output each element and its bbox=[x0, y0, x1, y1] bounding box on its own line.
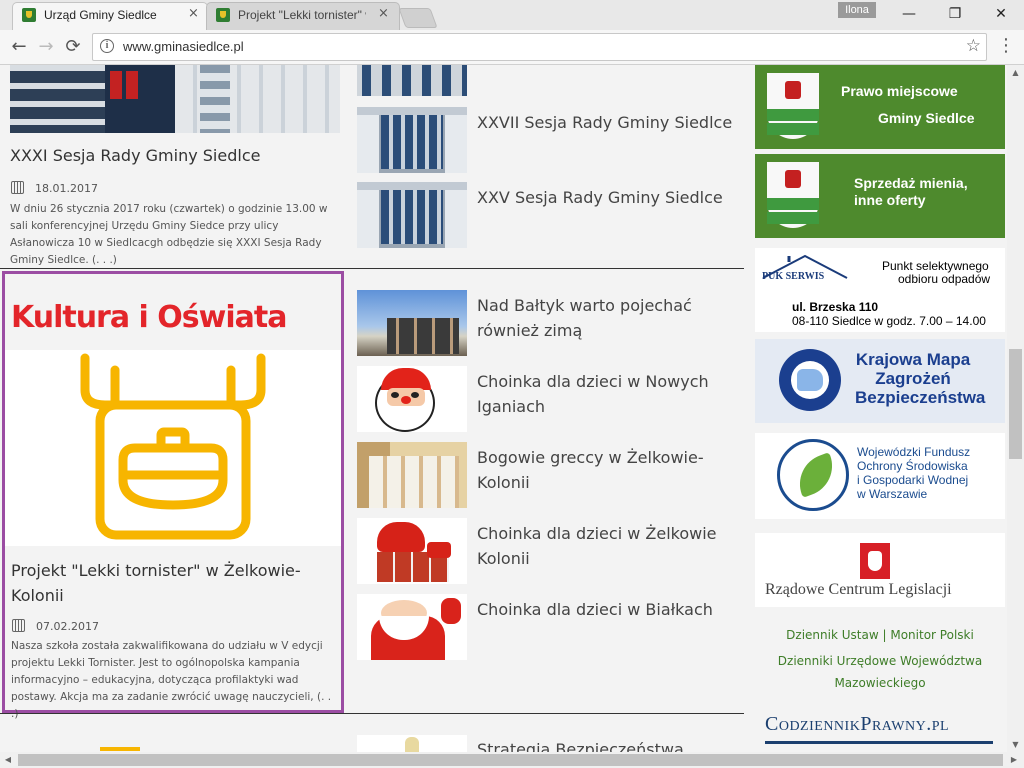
minimize-button[interactable]: — bbox=[886, 0, 932, 28]
tab-lekki-tornister[interactable]: Projekt "Lekki tornister" w × bbox=[206, 2, 400, 30]
featured-news-title[interactable]: XXXI Sesja Rady Gminy Siedlce bbox=[10, 146, 260, 165]
gmina-crest-icon bbox=[767, 73, 819, 139]
browser-menu-icon[interactable]: ⋮ bbox=[996, 36, 1016, 56]
tab-close-icon[interactable]: × bbox=[378, 6, 389, 21]
section-divider bbox=[0, 713, 744, 714]
wfosigw-banner[interactable]: Wojewódzki Fundusz Ochrony Środowiska i … bbox=[755, 433, 1005, 519]
prawo-miejscowe-banner[interactable]: Prawo miejscowe Gminy Siedlce bbox=[755, 65, 1005, 149]
sprzedaz-mienia-banner[interactable]: Sprzedaż mienia, inne oferty bbox=[755, 154, 1005, 238]
banner-underline bbox=[765, 741, 993, 744]
kmzb-logo-icon bbox=[779, 349, 841, 411]
news-title[interactable]: Choinka dla dzieci w Białkach bbox=[477, 597, 713, 622]
scroll-up-arrow-icon[interactable]: ▲ bbox=[1007, 68, 1024, 77]
scroll-right-arrow-icon[interactable]: ▶ bbox=[1008, 755, 1020, 764]
tab-title: Projekt "Lekki tornister" w bbox=[238, 8, 366, 22]
new-tab-button[interactable] bbox=[398, 8, 438, 28]
news-title[interactable]: Bogowie greccy w Żelkowie- Kolonii bbox=[477, 445, 704, 495]
site-info-icon[interactable]: i bbox=[100, 39, 114, 53]
featured-news-date: 18.01.2017 bbox=[35, 182, 98, 195]
puk-serwis-banner[interactable]: PUK SERWIS Punkt selektywnego odbioru od… bbox=[755, 248, 1005, 332]
tab-close-icon[interactable]: × bbox=[188, 6, 199, 21]
news-thumb[interactable] bbox=[357, 182, 467, 248]
vertical-scroll-thumb[interactable] bbox=[1009, 349, 1022, 459]
kultura-featured-title[interactable]: Projekt "Lekki tornister" w Żelkowie- Ko… bbox=[11, 558, 301, 608]
news-thumb[interactable] bbox=[357, 594, 467, 660]
featured-news-excerpt: W dniu 26 stycznia 2017 roku (czwartek) … bbox=[10, 203, 328, 266]
news-title[interactable]: XXV Sesja Rady Gminy Siedlce bbox=[477, 185, 723, 210]
news-thumb[interactable] bbox=[357, 442, 467, 508]
news-title[interactable]: Choinka dla dzieci w Żelkowie Kolonii bbox=[477, 521, 717, 571]
browser-toolbar: ← → ⟳ i www.gminasiedlce.pl ☆ ⋮ bbox=[0, 30, 1024, 65]
scroll-left-arrow-icon[interactable]: ◀ bbox=[2, 755, 14, 764]
gmina-crest-icon bbox=[767, 162, 819, 228]
news-title[interactable]: Choinka dla dzieci w Nowych Iganiach bbox=[477, 369, 709, 419]
link-dziennik-ustaw[interactable]: Dziennik Ustaw bbox=[786, 628, 878, 642]
profile-button[interactable]: Ilona bbox=[838, 2, 876, 18]
news-thumb[interactable] bbox=[357, 735, 467, 752]
kultura-featured-date: 07.02.2017 bbox=[36, 620, 99, 633]
news-thumb[interactable] bbox=[357, 366, 467, 432]
rcl-banner[interactable]: Rządowe Centrum Legislacji bbox=[755, 533, 1005, 607]
back-button[interactable]: ← bbox=[6, 34, 32, 60]
address-bar[interactable]: i www.gminasiedlce.pl ☆ bbox=[92, 33, 987, 61]
news-title[interactable]: Nad Bałtyk warto pojechać również zimą bbox=[477, 293, 692, 343]
news-thumb[interactable] bbox=[357, 518, 467, 584]
page-content: XXXI Sesja Rady Gminy Siedlce 18.01.2017… bbox=[0, 65, 1007, 752]
section-divider bbox=[0, 268, 744, 269]
news-title[interactable]: Strategia Bezpieczeństwa bbox=[477, 737, 684, 752]
maximize-button[interactable]: ❐ bbox=[932, 0, 978, 28]
leaf-logo-icon bbox=[777, 439, 849, 511]
bookmark-star-icon[interactable]: ☆ bbox=[966, 36, 981, 56]
news-title[interactable]: XXVII Sesja Rady Gminy Siedlce bbox=[477, 110, 732, 135]
link-monitor-polski[interactable]: Monitor Polski bbox=[890, 628, 973, 642]
scroll-down-arrow-icon[interactable]: ▼ bbox=[1007, 740, 1024, 749]
backpack-icon bbox=[80, 353, 266, 540]
calendar-icon bbox=[11, 181, 24, 194]
link-dzienniki-urzedowe[interactable]: Dzienniki Urzędowe Województwa Mazowieck… bbox=[755, 650, 1005, 694]
featured-news-image[interactable] bbox=[10, 65, 340, 133]
calendar-icon bbox=[12, 619, 25, 632]
partial-image bbox=[100, 747, 140, 751]
url-text[interactable]: www.gminasiedlce.pl bbox=[123, 39, 244, 54]
backpack-image[interactable] bbox=[5, 350, 341, 546]
dziennik-monitor-links: Dziennik Ustaw | Monitor Polski bbox=[755, 628, 1005, 642]
news-thumb[interactable] bbox=[357, 107, 467, 173]
kultura-featured-excerpt: Nasza szkoła została zakwalifikowana do … bbox=[11, 640, 332, 720]
tab-urzad-gminy[interactable]: Urząd Gminy Siedlce × bbox=[12, 2, 208, 30]
reload-button[interactable]: ⟳ bbox=[60, 34, 86, 60]
section-heading-kultura: Kultura i Oświata bbox=[11, 300, 287, 335]
forward-button[interactable]: → bbox=[33, 34, 59, 60]
krajowa-mapa-banner[interactable]: Krajowa Mapa Zagrożeń Bezpieczeństwa bbox=[755, 339, 1005, 423]
site-favicon-icon bbox=[216, 8, 230, 22]
close-window-button[interactable]: ✕ bbox=[978, 0, 1024, 28]
codziennik-prawny-banner[interactable]: CodziennikPrawny.pl bbox=[765, 713, 949, 736]
link-separator: | bbox=[882, 628, 887, 642]
site-favicon-icon bbox=[22, 8, 36, 22]
news-thumb[interactable] bbox=[357, 290, 467, 356]
tab-title: Urząd Gminy Siedlce bbox=[44, 8, 157, 22]
polish-eagle-icon bbox=[860, 543, 890, 579]
horizontal-scroll-thumb[interactable] bbox=[18, 754, 1003, 766]
news-thumb[interactable] bbox=[357, 65, 467, 96]
kultura-featured-card[interactable]: Kultura i Oświata Projekt "Lekki tornist… bbox=[2, 271, 344, 720]
